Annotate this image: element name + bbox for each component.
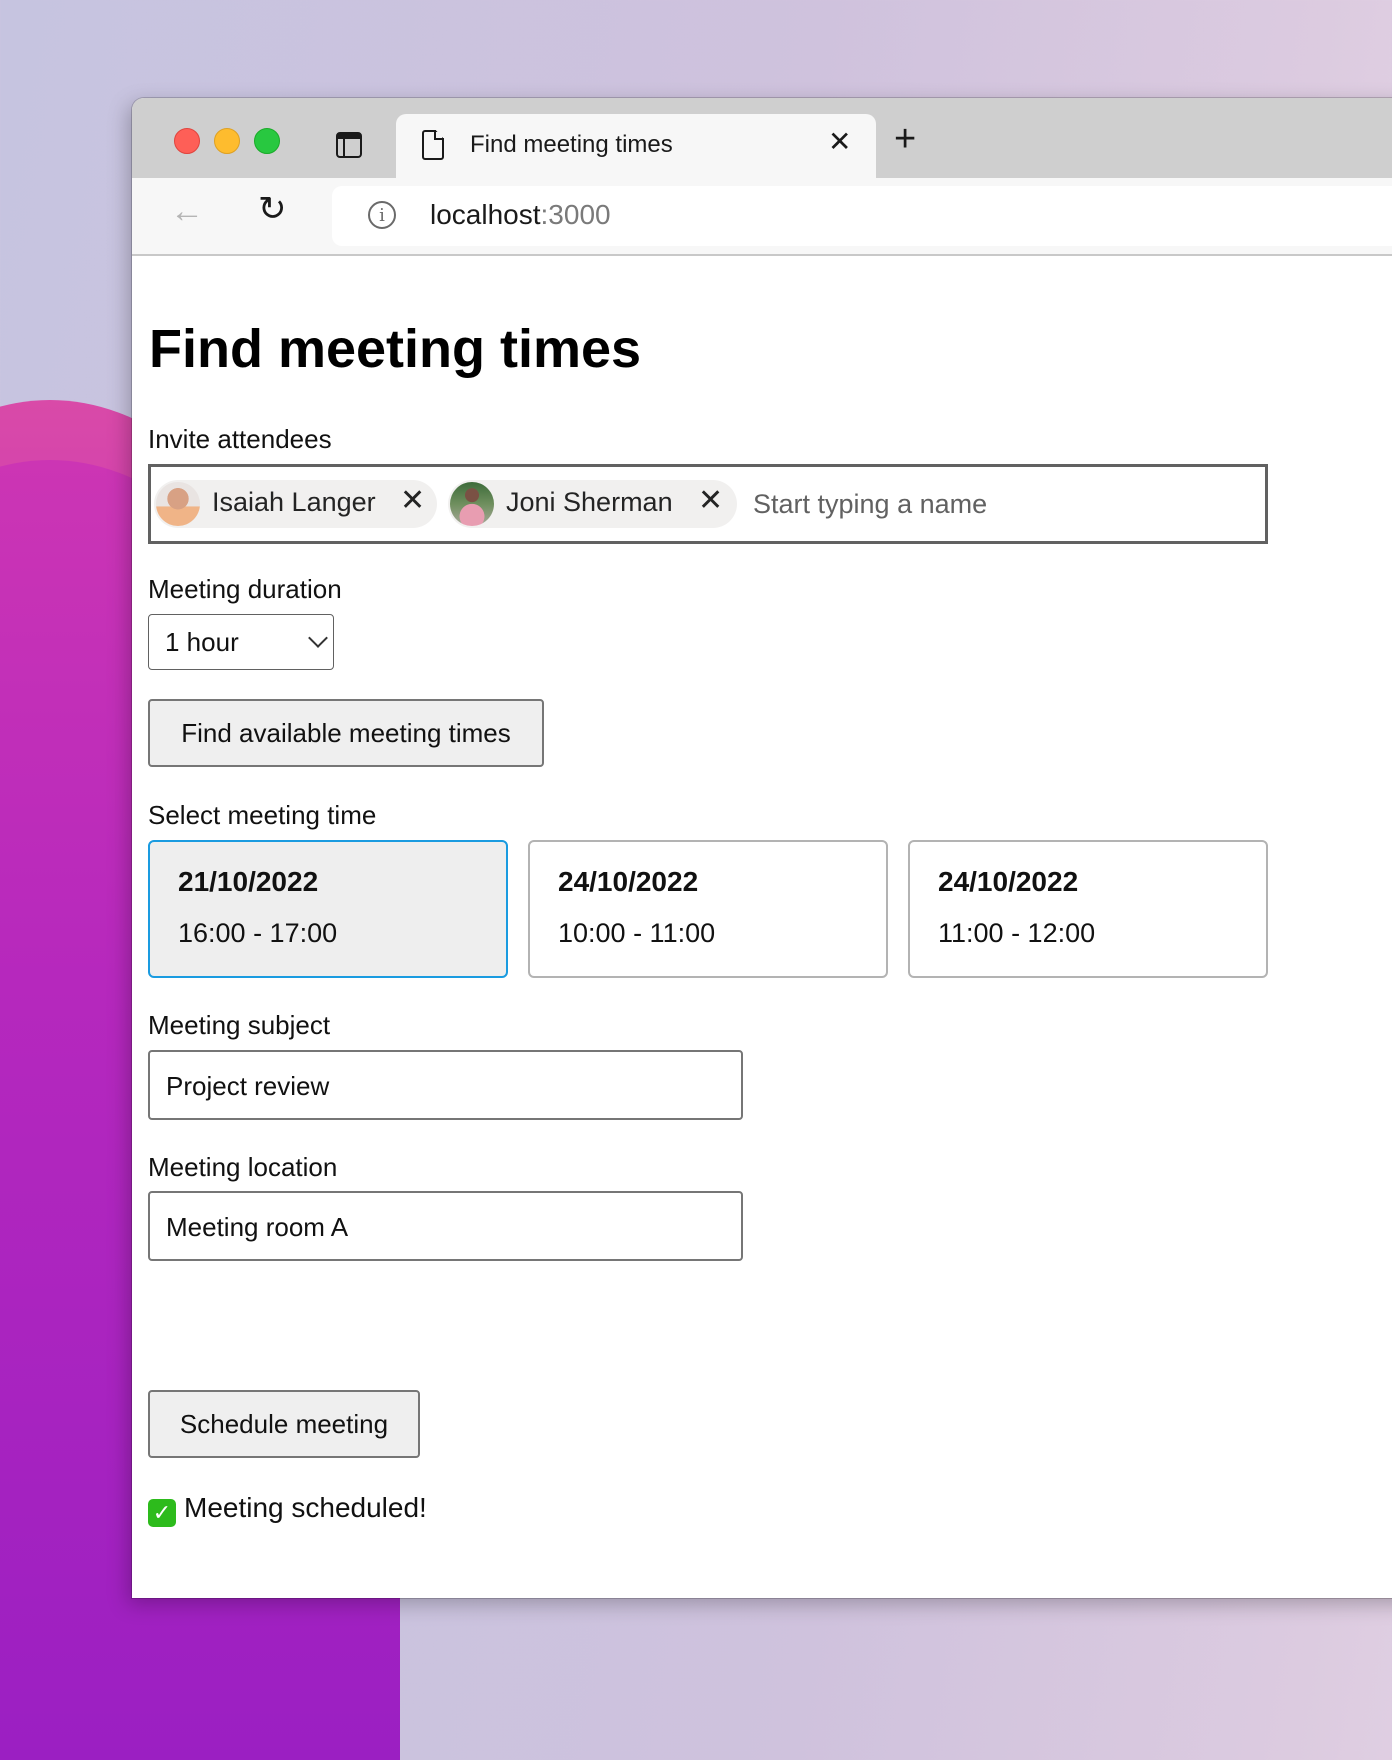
browser-toolbar: ← ↻ i localhost:3000 (132, 178, 1392, 256)
select-time-label: Select meeting time (148, 800, 377, 830)
attendee-name: Isaiah Langer (212, 487, 376, 517)
slot-date: 24/10/2022 (938, 866, 1079, 897)
status-message: ✓ Meeting scheduled! (148, 1492, 427, 1527)
slot-time: 10:00 - 11:00 (558, 918, 716, 948)
page-title: Find meeting times (149, 319, 642, 379)
close-tab-icon[interactable]: ✕ (828, 128, 851, 156)
time-slot-option[interactable]: 24/10/2022 11:00 - 12:00 (908, 840, 1268, 978)
url-host: localhost (430, 199, 541, 230)
schedule-meeting-button[interactable]: Schedule meeting (148, 1390, 420, 1458)
duration-label: Meeting duration (148, 574, 342, 604)
avatar (156, 482, 200, 526)
chevron-down-icon (308, 628, 328, 648)
sidebar-toggle-icon[interactable] (336, 132, 362, 158)
url-text[interactable]: localhost:3000 (430, 199, 611, 231)
people-picker[interactable]: Isaiah Langer ✕ Joni Sherman ✕ (148, 464, 1268, 544)
location-input[interactable]: Meeting room A (148, 1191, 743, 1261)
url-port: :3000 (540, 199, 611, 230)
subject-value: Project review (166, 1071, 330, 1101)
browser-window: Find meeting times ✕ + ← ↻ i localhost:3… (132, 98, 1392, 1598)
slot-time: 16:00 - 17:00 (178, 918, 338, 948)
avatar (450, 482, 494, 526)
slot-date: 24/10/2022 (558, 866, 699, 897)
remove-attendee-icon[interactable]: ✕ (698, 486, 723, 516)
slot-date: 21/10/2022 (178, 866, 319, 897)
minimize-window-button[interactable] (214, 128, 240, 154)
info-icon[interactable]: i (368, 201, 396, 229)
slot-time: 11:00 - 12:00 (938, 918, 1096, 948)
close-window-button[interactable] (174, 128, 200, 154)
tab-bar: Find meeting times ✕ + (132, 98, 1392, 178)
maximize-window-button[interactable] (254, 128, 280, 154)
attendees-label: Invite attendees (148, 424, 332, 454)
time-slot-option[interactable]: 24/10/2022 10:00 - 11:00 (528, 840, 888, 978)
find-times-button[interactable]: Find available meeting times (148, 699, 544, 767)
tab-find-meeting-times[interactable]: Find meeting times ✕ (396, 114, 876, 178)
attendee-name: Joni Sherman (506, 487, 673, 517)
status-text: Meeting scheduled! (184, 1492, 427, 1523)
back-arrow-icon[interactable]: ← (170, 194, 204, 228)
attendee-search-input[interactable] (751, 483, 1255, 525)
address-bar[interactable]: i localhost:3000 (332, 186, 1392, 246)
reload-icon[interactable]: ↻ (258, 192, 287, 226)
time-slot-option[interactable]: 21/10/2022 16:00 - 17:00 (148, 840, 508, 978)
attendee-chip: Isaiah Langer ✕ (154, 480, 437, 528)
remove-attendee-icon[interactable]: ✕ (400, 486, 425, 516)
attendee-chip: Joni Sherman ✕ (448, 480, 737, 528)
new-tab-icon[interactable]: + (894, 120, 916, 158)
subject-label: Meeting subject (148, 1010, 331, 1040)
location-value: Meeting room A (166, 1212, 349, 1242)
tab-title: Find meeting times (470, 131, 673, 158)
subject-input[interactable]: Project review (148, 1050, 743, 1120)
duration-value: 1 hour (165, 627, 239, 657)
document-fold (434, 130, 444, 140)
check-mark-icon: ✓ (148, 1499, 176, 1527)
location-label: Meeting location (148, 1152, 338, 1182)
duration-select[interactable]: 1 hour (148, 614, 334, 670)
page-content: Find meeting times Invite attendees Isai… (148, 254, 1392, 1598)
